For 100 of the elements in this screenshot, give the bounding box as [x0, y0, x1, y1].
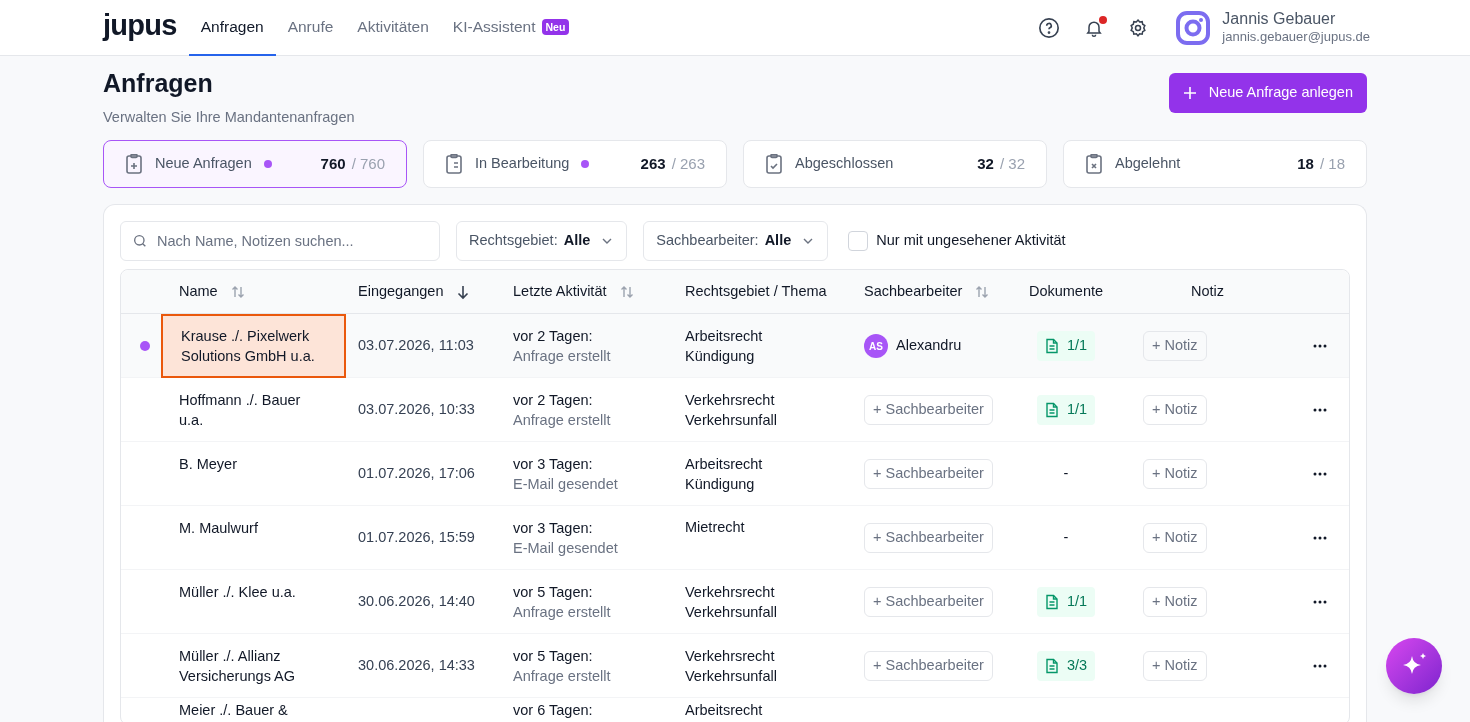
- add-note-button[interactable]: + Notiz: [1143, 586, 1207, 617]
- logo[interactable]: jupus: [103, 11, 177, 40]
- no-documents: -: [1063, 527, 1069, 547]
- activity-time: vor 3 Tagen:: [513, 518, 594, 538]
- legal-topic: Verkehrsunfall: [685, 602, 778, 622]
- total: / 32: [999, 154, 1025, 174]
- documents-badge[interactable]: 1/1: [1036, 586, 1096, 617]
- activity-description: E-Mail gesendet: [513, 474, 619, 494]
- received-date: 01.07.2026, 15:59: [357, 527, 476, 547]
- column-header: Eingegangen: [358, 281, 444, 301]
- more-icon[interactable]: [1313, 599, 1327, 604]
- legal-area: Mietrecht: [685, 517, 852, 538]
- add-note-button[interactable]: + Notiz: [1143, 331, 1207, 362]
- activity-time: vor 5 Tagen:: [513, 646, 594, 666]
- legal-area: Arbeitsrecht: [685, 700, 852, 721]
- legal-area: Verkehrsrecht: [685, 389, 852, 410]
- page-title: Anfragen: [103, 68, 214, 99]
- activity-description: Anfrage erstellt: [513, 347, 612, 367]
- add-assignee-button[interactable]: + Sachbearbeiter: [864, 458, 993, 489]
- add-assignee-button[interactable]: + Sachbearbeiter: [864, 522, 993, 553]
- search-field[interactable]: Nach Name, Notizen suchen...: [120, 221, 440, 262]
- activity-time: vor 2 Tagen:: [513, 390, 594, 410]
- legal-area: Arbeitsrecht: [685, 326, 852, 347]
- add-note-button[interactable]: + Notiz: [1143, 522, 1207, 553]
- plus-icon: [1182, 86, 1197, 100]
- legal-topic: Kündigung: [685, 474, 756, 494]
- new-badge: Neu: [541, 18, 570, 35]
- add-note-button[interactable]: + Notiz: [1143, 394, 1207, 425]
- activity-description: E-Mail gesendet: [513, 538, 619, 558]
- count: 760: [320, 154, 346, 174]
- new-request-button[interactable]: Neue Anfrage anlegen: [1168, 73, 1367, 113]
- request-name[interactable]: Müller ./. Klee u.a.: [161, 582, 346, 603]
- clipboard-icon: [445, 154, 463, 175]
- status-tab[interactable]: Abgelehnt 18 / 18: [1063, 140, 1367, 189]
- legal-area: Verkehrsrecht: [685, 581, 852, 602]
- total: / 760: [351, 154, 385, 174]
- activity-description: Anfrage erstellt: [513, 666, 612, 686]
- legal-area: Verkehrsrecht: [685, 645, 852, 666]
- settings-icon[interactable]: [1128, 17, 1149, 38]
- column-header: Name: [179, 281, 218, 301]
- activity-description: Anfrage erstellt: [513, 602, 612, 622]
- column-header: Rechtsgebiet / Thema: [685, 281, 827, 301]
- more-icon[interactable]: [1313, 535, 1327, 540]
- activity-description: Anfrage erstellt: [513, 410, 612, 430]
- document-icon: [1044, 657, 1059, 674]
- activity-time: vor 2 Tagen:: [513, 327, 594, 347]
- received-date: 30.06.2026, 14:40: [357, 591, 476, 611]
- document-icon: [1044, 593, 1059, 610]
- request-name[interactable]: Hoffmann ./. Bauer u.a.: [161, 390, 346, 431]
- request-name[interactable]: Meier ./. Bauer &: [161, 700, 346, 722]
- request-name[interactable]: Müller ./. Allianz Versicherungs AG: [161, 646, 346, 687]
- legal-topic: Verkehrsunfall: [685, 666, 778, 686]
- received-date: 30.06.2026, 14:33: [357, 655, 476, 675]
- status-tab[interactable]: Neue Anfragen 760 / 760: [103, 140, 407, 189]
- total: / 263: [671, 154, 705, 174]
- status-tab[interactable]: In Bearbeitung 263 / 263: [423, 140, 727, 189]
- activity-time: vor 3 Tagen:: [513, 454, 594, 474]
- help-icon[interactable]: [1038, 16, 1061, 39]
- clipboard-icon: [765, 154, 783, 175]
- nav-tab[interactable]: Aktivitäten: [345, 0, 441, 56]
- nav-tab[interactable]: Anfragen: [188, 0, 276, 56]
- clipboard-icon: [1085, 154, 1103, 175]
- clipboard-icon: [125, 154, 143, 175]
- user-name: Jannis Gebauer: [1222, 9, 1337, 30]
- add-note-button[interactable]: + Notiz: [1143, 650, 1207, 681]
- nav-tab[interactable]: Anrufe: [275, 0, 346, 56]
- more-icon[interactable]: [1313, 663, 1327, 668]
- count: 263: [640, 154, 666, 174]
- filter-dropdown[interactable]: Rechtsgebiet: Alle: [456, 221, 628, 262]
- more-icon[interactable]: [1313, 407, 1327, 412]
- add-assignee-button[interactable]: + Sachbearbeiter: [864, 586, 993, 617]
- add-assignee-button[interactable]: + Sachbearbeiter: [864, 650, 993, 681]
- assignee-name: Alexandru: [896, 336, 962, 356]
- nav-tab[interactable]: KI-Assistent Neu: [440, 0, 582, 56]
- request-name[interactable]: B. Meyer: [161, 454, 346, 475]
- count: 18: [1297, 154, 1314, 174]
- documents-badge[interactable]: 1/1: [1036, 331, 1096, 362]
- count: 32: [977, 154, 994, 174]
- legal-topic: Verkehrsunfall: [685, 410, 778, 430]
- user-email: jannis.gebauer@jupus.de: [1222, 29, 1370, 46]
- documents-badge[interactable]: 1/1: [1036, 394, 1096, 425]
- ai-assistant-button[interactable]: [1386, 638, 1442, 694]
- filter-dropdown[interactable]: Sachbearbeiter: Alle: [643, 221, 829, 262]
- avatar-icon[interactable]: [1176, 10, 1211, 45]
- activity-time: vor 5 Tagen:: [513, 582, 594, 602]
- documents-badge[interactable]: 3/3: [1036, 650, 1096, 681]
- request-name[interactable]: Krause ./. Pixelwerk Solutions GmbH u.a.: [161, 314, 346, 379]
- status-tab[interactable]: Abgeschlossen 32 / 32: [743, 140, 1047, 189]
- total: / 18: [1319, 154, 1345, 174]
- page-subtitle: Verwalten Sie Ihre Mandantenanfragen: [103, 107, 355, 127]
- unseen-only-checkbox[interactable]: [848, 231, 869, 252]
- add-note-button[interactable]: + Notiz: [1143, 458, 1207, 489]
- column-header: Sachbearbeiter: [864, 281, 963, 301]
- received-date: 03.07.2026, 11:03: [357, 336, 475, 356]
- add-assignee-button[interactable]: + Sachbearbeiter: [864, 394, 993, 425]
- request-name[interactable]: M. Maulwurf: [161, 518, 346, 539]
- more-icon[interactable]: [1313, 471, 1327, 476]
- document-icon: [1044, 338, 1059, 355]
- unseen-only-label: Nur mit ungesehener Aktivität: [876, 231, 1066, 251]
- more-icon[interactable]: [1313, 344, 1327, 349]
